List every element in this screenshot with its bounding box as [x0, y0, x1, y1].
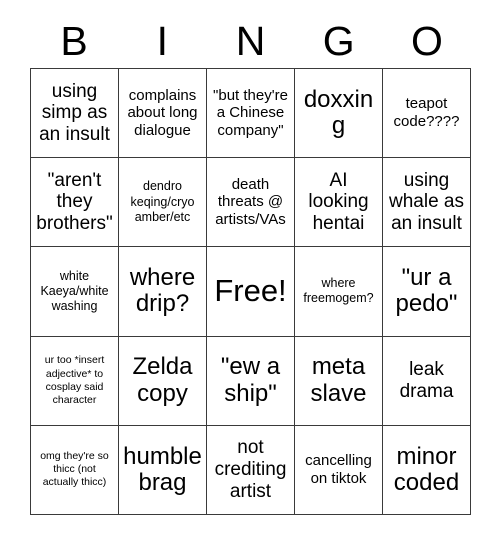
bingo-cell-r2c1[interactable]: "aren't they brothers" [31, 158, 119, 248]
bingo-cell-text: leak drama [399, 359, 454, 402]
bingo-cell-text: meta slave [310, 353, 367, 407]
bingo-cell-r2c3[interactable]: death threats @ artists/VAs [207, 158, 295, 248]
bingo-cell-r2c4[interactable]: AI looking hentai [295, 158, 383, 248]
bingo-cell-text: ur too *insert adjective* to cosplay sai… [44, 354, 105, 406]
bingo-cell-r3c1[interactable]: white Kaeya/white washing [31, 247, 119, 337]
bingo-cell-r1c1[interactable]: using simp as an insult [31, 69, 119, 159]
bingo-cell-text: doxxing [303, 85, 374, 140]
bingo-cell-free-space[interactable]: Free! [207, 247, 295, 337]
bingo-cell-r3c4[interactable]: where freemogem? [295, 247, 383, 337]
bingo-cell-text: where freemogem? [303, 276, 374, 306]
bingo-cell-text: not crediting artist [214, 437, 287, 502]
bingo-cell-text: where drip? [129, 264, 196, 318]
bingo-cell-r3c2[interactable]: where drip? [119, 247, 207, 337]
bingo-cell-text: "ur a pedo" [395, 264, 458, 318]
bingo-header-row: B I N G O [30, 16, 471, 66]
bingo-cell-r4c5[interactable]: leak drama [383, 336, 471, 426]
bingo-header-letter-o: O [410, 18, 443, 64]
bingo-cell-text: "but they're a Chinese company" [213, 86, 288, 139]
bingo-cell-r4c2[interactable]: Zelda copy [119, 336, 207, 426]
bingo-header-letter-b: B [60, 18, 88, 64]
bingo-cell-r5c3[interactable]: not crediting artist [207, 425, 295, 515]
bingo-cell-text: teapot code???? [393, 95, 460, 131]
bingo-cell-text: death threats @ artists/VAs [215, 175, 286, 229]
bingo-cell-text: complains about long dialogue [127, 86, 198, 139]
bingo-cell-text: "ew a ship" [220, 353, 281, 407]
bingo-card: B I N G O using simp as an insult compla… [0, 0, 500, 544]
bingo-cell-r5c4[interactable]: cancelling on tiktok [295, 425, 383, 515]
bingo-cell-r1c3[interactable]: "but they're a Chinese company" [207, 69, 295, 159]
bingo-cell-r5c1[interactable]: omg they're so thicc (not actually thicc… [31, 425, 119, 515]
bingo-cell-text: humble brag [123, 442, 202, 496]
bingo-header-letter-n: N [235, 18, 266, 64]
bingo-cell-text: Zelda copy [132, 353, 193, 407]
bingo-cell-text: minor coded [393, 442, 460, 496]
bingo-cell-r2c5[interactable]: using whale as an insult [383, 158, 471, 248]
bingo-cell-r4c1[interactable]: ur too *insert adjective* to cosplay sai… [31, 336, 119, 426]
bingo-cell-text: cancelling on tiktok [305, 452, 372, 487]
bingo-cell-text: dendro keqing/cryo amber/etc [130, 179, 195, 224]
bingo-cell-r4c3[interactable]: "ew a ship" [207, 336, 295, 426]
bingo-cell-r2c2[interactable]: dendro keqing/cryo amber/etc [119, 158, 207, 248]
bingo-cell-r1c5[interactable]: teapot code???? [383, 69, 471, 159]
bingo-cell-r3c5[interactable]: "ur a pedo" [383, 247, 471, 337]
bingo-cell-r5c2[interactable]: humble brag [119, 425, 207, 515]
bingo-cell-r1c2[interactable]: complains about long dialogue [119, 69, 207, 159]
bingo-cell-text: "aren't they brothers" [36, 169, 113, 235]
bingo-cell-r1c4[interactable]: doxxing [295, 69, 383, 159]
bingo-cell-r4c4[interactable]: meta slave [295, 336, 383, 426]
bingo-cell-text: Free! [214, 273, 287, 309]
bingo-cell-text: omg they're so thicc (not actually thicc… [40, 450, 109, 489]
bingo-cell-text: white Kaeya/white washing [40, 268, 109, 314]
bingo-cell-r5c5[interactable]: minor coded [383, 425, 471, 515]
bingo-grid: using simp as an insult complains about … [30, 68, 471, 515]
bingo-cell-text: AI looking hentai [308, 169, 369, 235]
bingo-header-letter-i: I [156, 18, 168, 64]
bingo-header-letter-g: G [322, 18, 355, 64]
bingo-cell-text: using simp as an insult [39, 80, 110, 145]
bingo-cell-text: using whale as an insult [389, 169, 464, 235]
